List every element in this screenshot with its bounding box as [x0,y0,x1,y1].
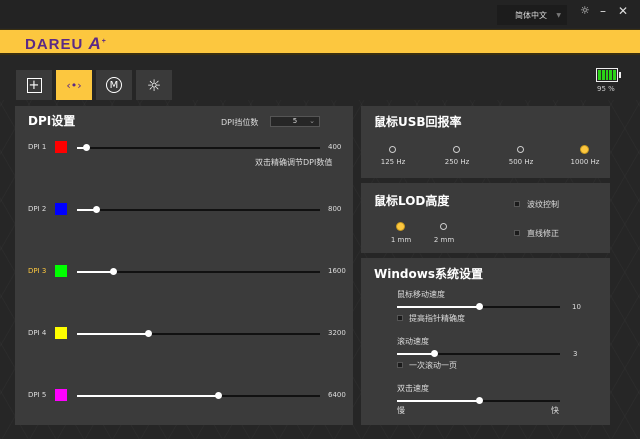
close-button[interactable]: ✕ [618,4,628,18]
slider-thumb[interactable] [475,303,483,310]
lod-title: 鼠标LOD高度 [374,194,450,208]
ripple-checkbox[interactable] [514,201,520,207]
usb-title: 鼠标USB回报率 [374,115,462,129]
pointer-speed-value: 10 [572,303,581,311]
usb-rate-radio[interactable] [389,146,396,153]
battery-icon [596,68,621,82]
dpi-level-label: DPI 5 [28,391,47,399]
usb-rate-label: 500 Hz [508,158,534,166]
scroll-page-label: 一次滚动一页 [409,361,457,370]
dpi-slider[interactable] [77,206,320,213]
usb-rate-radio[interactable] [517,146,524,153]
title-bar: 简体中文 ▼ ☼ – ✕ [0,0,640,28]
tab-buttons[interactable]: + [16,70,52,100]
dpi-slider[interactable] [77,392,320,399]
language-value: 简体中文 [515,10,547,20]
pointer-speed-slider[interactable] [397,303,560,310]
lod-radio[interactable] [397,223,404,230]
usb-rate-radio[interactable] [581,146,588,153]
double-click-label: 双击速度 [397,384,429,393]
chevron-down-icon: ⌄ [309,117,315,125]
slider-thumb[interactable] [214,392,222,399]
dpi-level-label: DPI 3 [28,267,47,275]
dpi-title: DPI设置 [28,114,76,128]
dpi-slider[interactable] [77,330,320,337]
scroll-page-checkbox[interactable] [397,362,403,368]
usb-rate-label: 125 Hz [380,158,406,166]
usb-rate-label: 1000 Hz [570,158,600,166]
dareu-logo: DAREU A+ [25,34,107,53]
usb-rate-radio[interactable] [453,146,460,153]
minimize-button[interactable]: – [600,4,606,18]
slider-thumb[interactable] [144,330,152,337]
dpi-slider[interactable] [77,268,320,275]
dpi-count-select[interactable]: 5 ⌄ [270,116,320,127]
dpi-value: 1600 [328,267,346,275]
brand-band: DAREU A+ [0,29,640,55]
dpi-value: 800 [328,205,342,213]
ripple-label: 波纹控制 [527,200,559,209]
dpi-value: 6400 [328,391,346,399]
precision-label: 提高指针精确度 [409,314,465,323]
windows-title: Windows系统设置 [374,267,483,281]
dpi-count-value: 5 [292,117,298,125]
dpi-value: 400 [328,143,342,151]
slider-fill [397,353,435,355]
slow-label: 慢 [397,406,405,415]
angle-snap-label: 直线修正 [527,229,559,238]
plus-box-icon: + [26,77,42,93]
settings-gear-icon[interactable]: ☼ [580,4,590,17]
fast-label: 快 [551,406,559,415]
slider-fill [77,395,218,397]
slider-thumb[interactable] [109,268,117,275]
slider-fill [77,271,113,273]
dpi-level-label: DPI 2 [28,205,47,213]
dpi-hint: 双击精确调节DPI数值 [255,158,333,167]
slider-fill [397,306,479,308]
tab-dpi[interactable]: ‹•› [56,70,92,100]
dpi-value: 3200 [328,329,346,337]
dpi-count-label: DPI挡位数 [221,118,259,127]
slider-thumb[interactable] [92,206,100,213]
scroll-speed-label: 滚动速度 [397,337,429,346]
dpi-color-swatch[interactable] [55,327,67,339]
angle-snap-checkbox[interactable] [514,230,520,236]
slider-thumb[interactable] [475,397,483,404]
lod-radio[interactable] [440,223,447,230]
precision-checkbox[interactable] [397,315,403,321]
dpi-color-swatch[interactable] [55,141,67,153]
macro-m-icon: M [106,77,122,93]
scroll-speed-value: 3 [573,350,578,358]
dpi-level-label: DPI 1 [28,143,47,151]
double-click-slider[interactable] [397,397,560,404]
slider-fill [77,333,148,335]
dpi-level-label: DPI 4 [28,329,47,337]
tab-lighting[interactable]: ☼ [136,70,172,100]
scroll-speed-slider[interactable] [397,350,560,357]
chevron-down-icon: ▼ [556,11,561,19]
sun-icon: ☼ [146,75,162,95]
dpi-color-swatch[interactable] [55,389,67,401]
pointer-speed-label: 鼠标移动速度 [397,290,445,299]
dpi-color-swatch[interactable] [55,203,67,215]
dpi-color-swatch[interactable] [55,265,67,277]
slider-fill [397,400,479,402]
language-select[interactable]: 简体中文 ▼ [497,5,567,25]
lod-label: 1 mm [390,236,412,244]
crosshair-arrows-icon: ‹•› [66,78,82,92]
tab-macro[interactable]: M [96,70,132,100]
battery-percent: 95 % [597,85,615,93]
usb-rate-label: 250 Hz [444,158,470,166]
slider-thumb[interactable] [82,144,90,151]
dpi-slider[interactable] [77,144,320,151]
lod-label: 2 mm [433,236,455,244]
